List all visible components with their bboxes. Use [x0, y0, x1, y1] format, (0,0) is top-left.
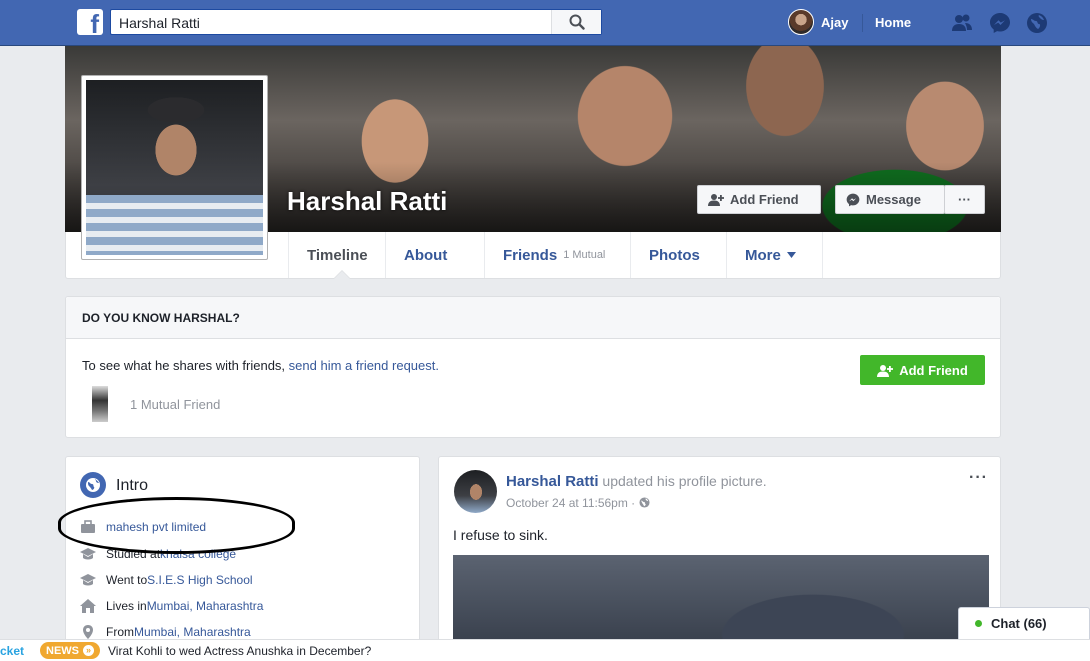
search-input[interactable]: Harshal Ratti [119, 15, 200, 31]
tab-more[interactable]: More [726, 232, 823, 278]
add-friend-icon [877, 364, 894, 377]
add-friend-green-button[interactable]: Add Friend [860, 355, 985, 385]
top-navigation-bar: f Harshal Ratti Ajay Home [0, 0, 1090, 46]
intro-school-prefix: Went to [106, 573, 148, 587]
chat-label: Chat (66) [991, 616, 1047, 631]
topbar-divider [862, 14, 863, 32]
friend-request-text: To see what he shares with friends, [82, 358, 289, 373]
intro-title: Intro [116, 477, 149, 494]
send-friend-request-link[interactable]: send him a friend request. [289, 358, 439, 373]
profile-picture-image [86, 80, 263, 255]
add-friend-green-label: Add Friend [899, 362, 968, 378]
ticker-headline[interactable]: Virat Kohli to wed Actress Anushka in De… [108, 644, 371, 658]
timeline-post: Harshal Ratti updated his profile pictur… [438, 456, 1001, 661]
more-options-button[interactable]: ··· [944, 185, 985, 214]
news-badge-label: NEWS [46, 644, 79, 657]
tab-about-label: About [404, 246, 448, 264]
intro-lives-link[interactable]: Mumbai, Maharashtra [147, 599, 264, 613]
post-text: I refuse to sink. [453, 527, 548, 543]
intro-lives-prefix: Lives in [106, 599, 147, 613]
user-avatar[interactable] [788, 9, 814, 35]
post-action-text: updated his profile picture. [598, 473, 767, 489]
intro-card: Intro mahesh pvt limited Studied at khal… [65, 456, 420, 656]
search-box[interactable]: Harshal Ratti [110, 9, 602, 35]
post-author-avatar[interactable] [454, 470, 497, 513]
chevrons-icon: » [83, 645, 94, 656]
search-icon [569, 14, 585, 30]
online-status-dot [975, 620, 982, 627]
home-link[interactable]: Home [875, 15, 911, 30]
post-timestamp-row: October 24 at 11:56pm · [506, 496, 650, 510]
public-globe-icon [638, 497, 650, 508]
search-button[interactable] [551, 10, 601, 34]
tab-about[interactable]: About [385, 232, 484, 278]
home-icon [80, 599, 96, 613]
post-timestamp[interactable]: October 24 at 11:56pm · [506, 496, 639, 510]
tab-friends[interactable]: Friends 1 Mutual [484, 232, 630, 278]
mutual-friend-thumbnail[interactable] [92, 386, 108, 422]
news-ticker: cket NEWS » Virat Kohli to wed Actress A… [0, 639, 1090, 661]
user-name-link[interactable]: Ajay [821, 15, 848, 30]
add-friend-icon [708, 194, 724, 206]
intro-item-lives-in: Lives in Mumbai, Maharashtra [80, 598, 263, 614]
more-options-dots: ··· [958, 192, 971, 207]
tab-timeline-label: Timeline [307, 246, 368, 264]
intro-item-school: Went to S.I.E.S High School [80, 572, 253, 588]
message-label: Message [866, 192, 921, 207]
mutual-friend-count[interactable]: 1 Mutual Friend [130, 397, 220, 412]
friends-icon[interactable] [951, 12, 973, 34]
post-header: Harshal Ratti updated his profile pictur… [506, 473, 767, 490]
tab-photos-label: Photos [649, 246, 700, 264]
notifications-globe-icon[interactable] [1026, 12, 1048, 34]
ticker-previous-text[interactable]: cket [0, 644, 24, 658]
news-badge: NEWS » [40, 642, 100, 659]
facebook-logo[interactable]: f [77, 9, 103, 35]
active-tab-indicator [333, 270, 351, 279]
message-button[interactable]: Message [835, 185, 945, 214]
intro-globe-icon [80, 472, 106, 498]
chat-sidebar-toggle[interactable]: Chat (66) [958, 607, 1090, 639]
tab-more-label: More [745, 246, 781, 264]
messenger-icon [846, 193, 860, 206]
intro-item-from: From Mumbai, Maharashtra [80, 624, 251, 640]
tab-friends-label: Friends [503, 246, 558, 264]
intro-school-link[interactable]: S.I.E.S High School [147, 573, 252, 587]
highlight-annotation [58, 497, 295, 554]
do-you-know-card: DO YOU KNOW HARSHAL? To see what he shar… [65, 296, 1001, 438]
tab-photos[interactable]: Photos [630, 232, 726, 278]
add-friend-button[interactable]: Add Friend [697, 185, 821, 214]
intro-from-link[interactable]: Mumbai, Maharashtra [134, 625, 251, 639]
post-author-link[interactable]: Harshal Ratti [506, 473, 599, 490]
friend-request-prompt: To see what he shares with friends, send… [82, 358, 439, 373]
profile-name[interactable]: Harshal Ratti [287, 186, 447, 217]
education-icon [80, 548, 96, 560]
tab-friends-mutual-count: 1 Mutual [563, 249, 606, 261]
post-options-button[interactable]: ··· [969, 469, 988, 487]
do-you-know-heading: DO YOU KNOW HARSHAL? [66, 297, 1000, 339]
graduation-cap-icon [80, 574, 96, 586]
intro-from-prefix: From [106, 625, 134, 639]
caret-down-icon [786, 252, 796, 258]
location-pin-icon [83, 625, 93, 639]
profile-picture[interactable] [81, 75, 268, 260]
add-friend-label: Add Friend [730, 192, 799, 207]
messenger-icon[interactable] [989, 12, 1011, 34]
